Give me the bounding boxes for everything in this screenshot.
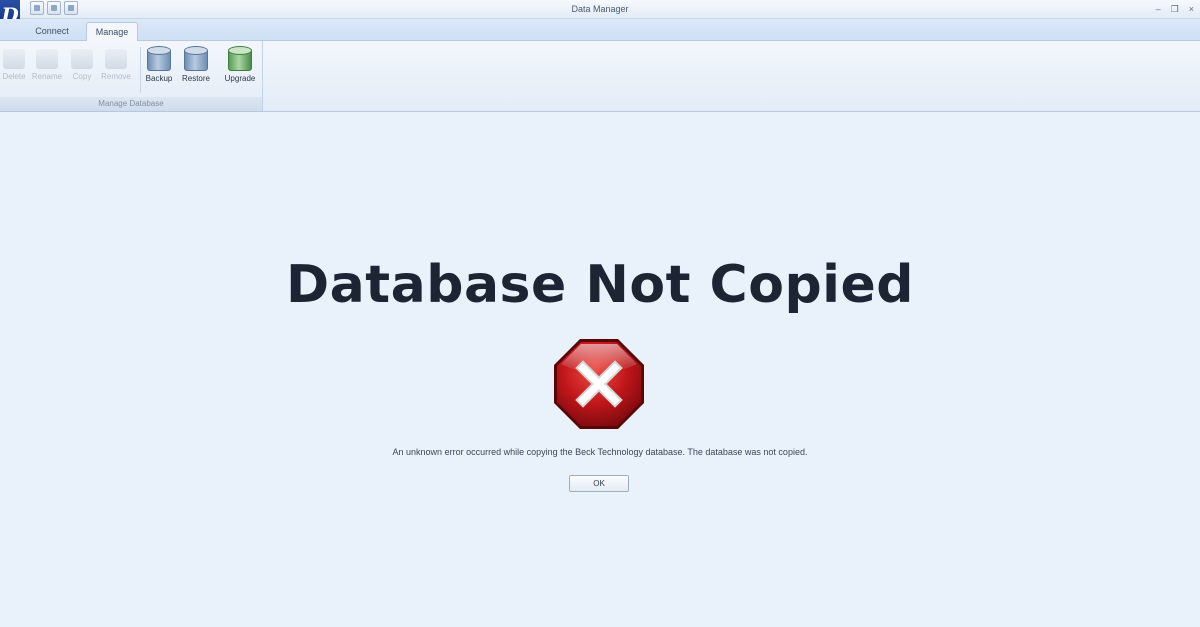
database-icon [3,49,25,69]
error-message: An unknown error occurred while copying … [392,447,808,457]
manage-database-group: Delete Rename Copy Remove Backup Restore… [0,41,263,111]
quick-access-button-3[interactable] [64,1,78,15]
database-backup-icon [147,46,171,71]
close-button[interactable]: × [1189,0,1194,18]
main-content: Database Not Copied An unknown error occ… [0,112,1200,627]
backup-label: Backup [145,74,173,83]
data-manager-window: Data Manager – ❐ × D Connect Manage Dele… [0,0,1200,627]
upgrade-button[interactable]: Upgrade [222,46,258,83]
database-icon [71,49,93,69]
rename-label: Rename [31,72,63,81]
tab-connect[interactable]: Connect [22,22,82,40]
minimize-button[interactable]: – [1156,0,1161,18]
quick-access-button-2[interactable] [47,1,61,15]
remove-button[interactable]: Remove [98,49,134,81]
copy-label: Copy [72,72,92,81]
database-icon [36,49,58,69]
title-bar: Data Manager – ❐ × [0,0,1200,19]
database-restore-icon [184,46,208,71]
upgrade-label: Upgrade [224,74,256,83]
ribbon: Delete Rename Copy Remove Backup Restore… [0,41,1200,112]
delete-label: Delete [2,72,26,81]
rename-button[interactable]: Rename [29,49,65,81]
window-controls: – ❐ × [1156,0,1194,18]
tab-manage[interactable]: Manage [86,22,138,41]
error-heading: Database Not Copied [286,255,914,315]
ok-button[interactable]: OK [569,475,629,492]
window-title: Data Manager [571,4,629,14]
ribbon-group-label: Manage Database [0,97,262,111]
remove-label: Remove [101,72,131,81]
ribbon-tabs: Connect Manage [0,19,1200,41]
restore-db-button[interactable]: Restore [178,46,214,83]
database-icon [105,49,127,69]
quick-access-button-1[interactable] [30,1,44,15]
delete-button[interactable]: Delete [0,49,32,81]
copy-button[interactable]: Copy [64,49,100,81]
database-upgrade-icon [228,46,252,71]
error-stop-icon [551,336,647,432]
restore-label: Restore [181,74,210,83]
restore-button[interactable]: ❐ [1171,0,1179,18]
backup-button[interactable]: Backup [141,46,177,83]
quick-access-toolbar [30,1,78,15]
